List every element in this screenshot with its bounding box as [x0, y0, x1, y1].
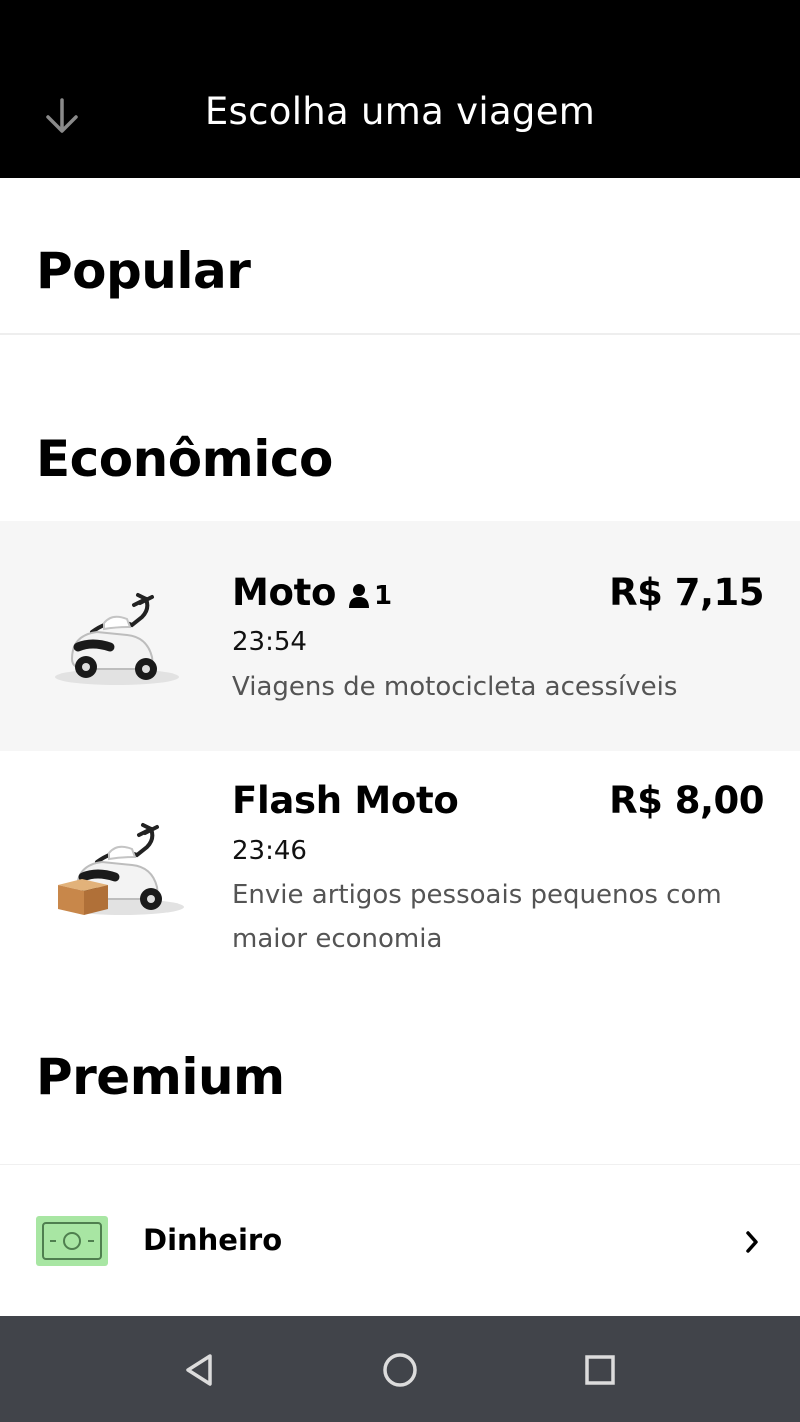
ride-option-flash-moto[interactable]: Flash Moto R$ 8,00 23:46 Envie artigos p…: [0, 751, 800, 981]
nav-home-button[interactable]: [372, 1342, 428, 1398]
ride-option-time: 23:46: [232, 836, 307, 866]
ride-option-description: Viagens de motocicleta acessíveis: [232, 672, 678, 702]
ride-option-description: Envie artigos pessoais pequenos com maio…: [232, 880, 722, 954]
section-title-economico: Econômico: [36, 430, 333, 488]
passenger-count: 1: [348, 581, 392, 611]
ride-option-price: R$ 7,15: [609, 571, 764, 614]
ride-option-name: Flash Moto: [232, 779, 459, 822]
section-title-premium: Premium: [36, 1048, 285, 1106]
ride-option-time: 23:54: [232, 627, 307, 657]
chevron-right-icon: [746, 1231, 758, 1253]
page-title: Escolha uma viagem: [204, 90, 596, 133]
ride-option-moto[interactable]: Moto 1 R$ 7,15 23:54 Viagens de motocicl…: [0, 521, 800, 751]
section-title-popular: Popular: [36, 242, 251, 300]
passenger-count-value: 1: [374, 581, 393, 611]
person-icon: [349, 584, 369, 608]
cash-icon: [36, 1216, 108, 1266]
top-bar: Escolha uma viagem: [0, 0, 800, 178]
scooter-icon: [55, 593, 179, 685]
nav-recents-icon: [585, 1355, 615, 1385]
ride-option-price: R$ 8,00: [609, 779, 764, 822]
nav-back-button[interactable]: [172, 1342, 228, 1398]
ride-option-name: Moto: [232, 571, 337, 614]
nav-back-icon: [186, 1354, 212, 1386]
payment-method-row[interactable]: Dinheiro: [0, 1164, 800, 1315]
payment-method-label: Dinheiro: [143, 1223, 283, 1257]
scooter-package-icon: [58, 823, 184, 915]
nav-home-icon: [383, 1353, 417, 1387]
nav-recents-button[interactable]: [572, 1342, 628, 1398]
system-nav-bar: [0, 1316, 800, 1422]
divider: [0, 333, 800, 335]
